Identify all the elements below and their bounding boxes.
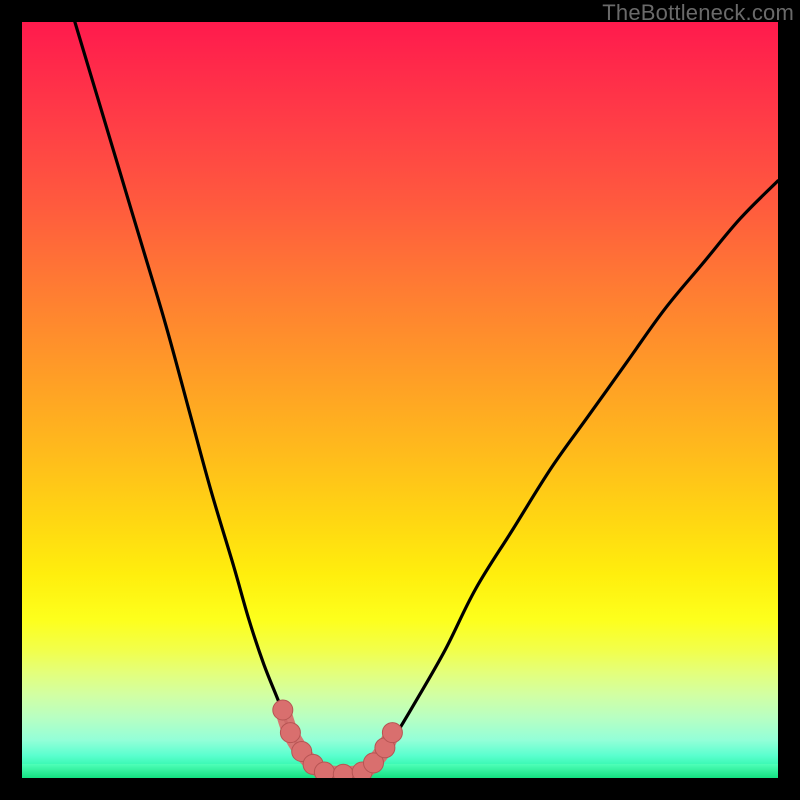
marker-dot [273, 700, 293, 720]
marker-dot [280, 723, 300, 743]
left-curve [75, 22, 325, 774]
highlighted-markers [273, 700, 403, 778]
plot-area [22, 22, 778, 778]
right-curve [362, 181, 778, 774]
marker-dot [382, 723, 402, 743]
curve-layer [22, 22, 778, 778]
marker-dot [314, 762, 334, 778]
attribution-text: TheBottleneck.com [602, 0, 794, 26]
chart-frame: TheBottleneck.com [0, 0, 800, 800]
